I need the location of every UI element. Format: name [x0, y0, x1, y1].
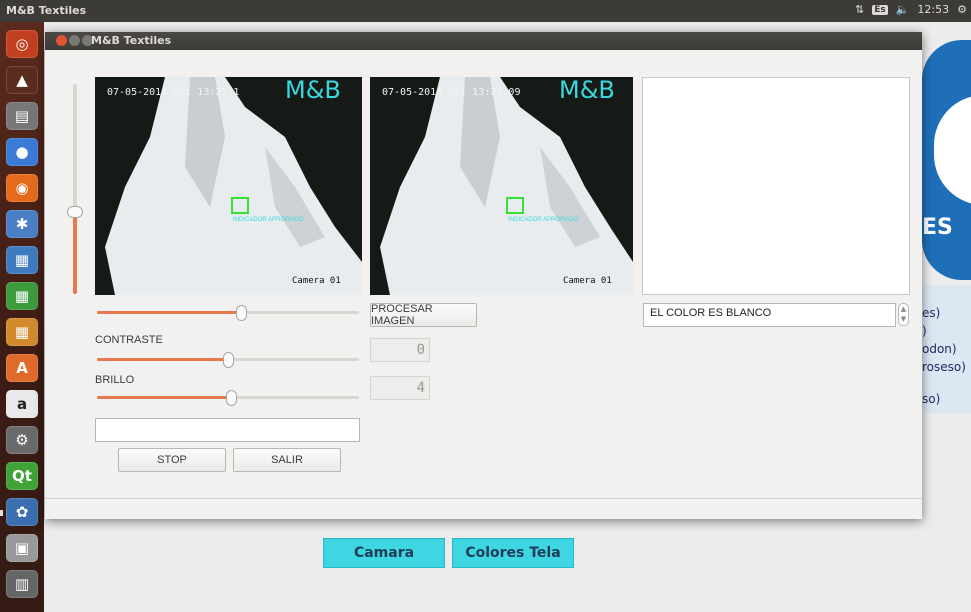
background-list-line: odon) [922, 342, 957, 356]
camera2-brand: M&B [559, 76, 615, 104]
clock[interactable]: 12:53 [917, 3, 949, 16]
lcd-display-1: 0 [370, 338, 430, 362]
running-app-icon[interactable]: ✿ [6, 498, 38, 526]
result-preview-box [642, 77, 910, 295]
background-list-line: so) [922, 392, 941, 406]
text-input[interactable] [95, 418, 360, 442]
settings-app-icon[interactable]: ✱ [6, 210, 38, 238]
impress-icon[interactable]: ▦ [6, 318, 38, 346]
background-list-line: ) [922, 324, 927, 338]
system-settings-icon[interactable]: ⚙ [6, 426, 38, 454]
vertical-slider[interactable] [67, 84, 83, 294]
contrast-slider-handle[interactable] [223, 352, 234, 368]
colores-tela-button[interactable]: Colores Tela [452, 538, 574, 568]
camera1-label: Camera 01 [292, 276, 341, 286]
settings-gear-icon[interactable]: ⚙ [957, 3, 967, 16]
keyboard-layout-indicator[interactable]: Es [872, 4, 888, 15]
window-titlebar[interactable]: M&B Textiles [45, 32, 922, 50]
unity-launcher: ◎ ▲ ▤ ● ◉ ✱ ▦ ▦ ▦ A a ⚙ Qt ✿ ▣ ▥ [0, 22, 44, 612]
running-indicator [0, 510, 3, 516]
lcd-display-2: 4 [370, 376, 430, 400]
top-panel: M&B Textiles ⇅ Es 🔈 12:53 ⚙ [0, 0, 971, 22]
result-spin-box[interactable]: ▲ ▼ [898, 303, 909, 326]
writer-icon[interactable]: ▦ [6, 246, 38, 274]
brightness-slider-fill [97, 396, 231, 399]
camera1-timestamp: 07-05-2014 Sat 13:27:1 [107, 87, 240, 98]
camera2-timestamp: 07-05-2014 Sat 13:27:09 [382, 87, 521, 98]
camara-button[interactable]: Camara [323, 538, 445, 568]
window-title: M&B Textiles [91, 34, 172, 47]
contrast-label: CONTRASTE [95, 334, 163, 346]
color-result-field[interactable]: EL COLOR ES BLANCO [643, 303, 896, 327]
drive-icon[interactable]: ▣ [6, 534, 38, 562]
close-icon[interactable] [56, 35, 67, 46]
slider-1-fill [97, 311, 241, 314]
camera1-overlay-text: INDICADOR APROPIADO [233, 217, 304, 223]
files-icon[interactable]: ▤ [6, 102, 38, 130]
minimize-icon[interactable] [69, 35, 80, 46]
stop-button[interactable]: STOP [118, 448, 226, 472]
camera2-overlay-text: INDICADOR APROPIADO [508, 217, 579, 223]
salir-button[interactable]: SALIR [233, 448, 341, 472]
firefox-icon[interactable]: ◉ [6, 174, 38, 202]
window-bottom-divider [45, 498, 922, 499]
chrome-icon[interactable]: ● [6, 138, 38, 166]
brightness-slider-handle[interactable] [226, 390, 237, 406]
contrast-slider-fill [97, 358, 228, 361]
slider-1-handle[interactable] [236, 305, 247, 321]
vertical-slider-fill [73, 210, 77, 294]
brightness-label: BRILLO [95, 374, 135, 386]
app-menu-title[interactable]: M&B Textiles [6, 4, 86, 17]
brightness-slider[interactable] [97, 390, 359, 406]
camera1-brand: M&B [285, 76, 341, 104]
calc-icon[interactable]: ▦ [6, 282, 38, 310]
background-list-line: es) [922, 306, 941, 320]
trash-icon[interactable]: ▥ [6, 570, 38, 598]
background-list-line: roseso) [922, 360, 966, 374]
camera-view-1 [95, 77, 362, 295]
system-tray: ⇅ Es 🔈 12:53 ⚙ [855, 3, 967, 16]
amazon-icon[interactable]: a [6, 390, 38, 418]
network-icon[interactable]: ⇅ [855, 3, 864, 16]
main-window: M&B Textiles 07-05-2014 Sat 13:27:1 M&B … [45, 32, 922, 519]
vertical-slider-handle[interactable] [67, 206, 83, 218]
qt-creator-icon[interactable]: Qt [6, 462, 38, 490]
camera2-label: Camera 01 [563, 276, 612, 286]
contrast-slider[interactable] [97, 352, 359, 368]
dash-home-icon[interactable]: ◎ [6, 30, 38, 58]
software-center-icon[interactable]: A [6, 354, 38, 382]
volume-icon[interactable]: 🔈 [896, 3, 910, 16]
camera-view-2 [370, 77, 633, 295]
terminal-icon[interactable]: ▲ [6, 66, 38, 94]
background-logo-text: ES [922, 215, 953, 240]
procesar-imagen-button[interactable]: PROCESAR IMAGEN [370, 303, 477, 327]
slider-1[interactable] [97, 305, 359, 321]
